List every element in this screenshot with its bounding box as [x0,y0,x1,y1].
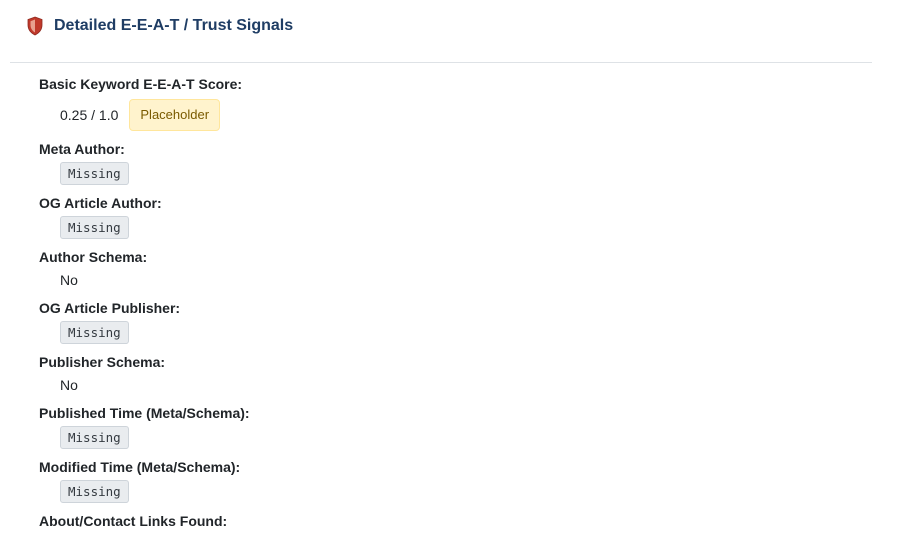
field-label: OG Article Author: [39,195,162,211]
status-badge: Missing [60,480,129,503]
section-title: Detailed E-E-A-T / Trust Signals [54,17,294,34]
field-value-row: No [60,375,839,395]
eeat-score-item: Basic Keyword E-E-A-T Score: 0.25 / 1.0 … [39,75,839,131]
field-label: Meta Author: [39,141,125,157]
og-article-author-item: OG Article Author: Missing [39,194,839,239]
card-header: Detailed E-E-A-T / Trust Signals [26,12,293,40]
status-badge: Missing [60,426,129,449]
meta-author-item: Meta Author: Missing [39,140,839,185]
field-value-row: Missing [60,216,839,239]
eeat-score-value-row: 0.25 / 1.0 Placeholder [60,99,839,131]
placeholder-badge: Placeholder [129,99,221,131]
about-contact-links-item: About/Contact Links Found: [39,512,839,530]
field-label: OG Article Publisher: [39,300,181,316]
modified-time-item: Modified Time (Meta/Schema): Missing [39,458,839,503]
field-label: About/Contact Links Found: [39,513,228,529]
field-label: Author Schema: [39,249,148,265]
field-label: Modified Time (Meta/Schema): [39,459,241,475]
eeat-score-label: Basic Keyword E-E-A-T Score: [39,76,243,92]
field-value-row: Missing [60,480,839,503]
author-schema-item: Author Schema: No [39,248,839,290]
publisher-schema-item: Publisher Schema: No [39,353,839,395]
field-value-row: Missing [60,162,839,185]
shield-icon [26,16,44,36]
header-divider [10,62,872,63]
field-value: No [60,272,78,288]
field-value-row: Missing [60,426,839,449]
signals-list: Basic Keyword E-E-A-T Score: 0.25 / 1.0 … [39,75,839,539]
field-label: Published Time (Meta/Schema): [39,405,250,421]
field-value-row: Missing [60,321,839,344]
field-label: Publisher Schema: [39,354,166,370]
published-time-item: Published Time (Meta/Schema): Missing [39,404,839,449]
field-value: No [60,377,78,393]
status-badge: Missing [60,162,129,185]
eeat-card: Detailed E-E-A-T / Trust Signals Basic K… [10,0,872,551]
status-badge: Missing [60,216,129,239]
status-badge: Missing [60,321,129,344]
field-value-row: No [60,270,839,290]
og-article-publisher-item: OG Article Publisher: Missing [39,299,839,344]
eeat-score-value: 0.25 / 1.0 [60,107,119,123]
